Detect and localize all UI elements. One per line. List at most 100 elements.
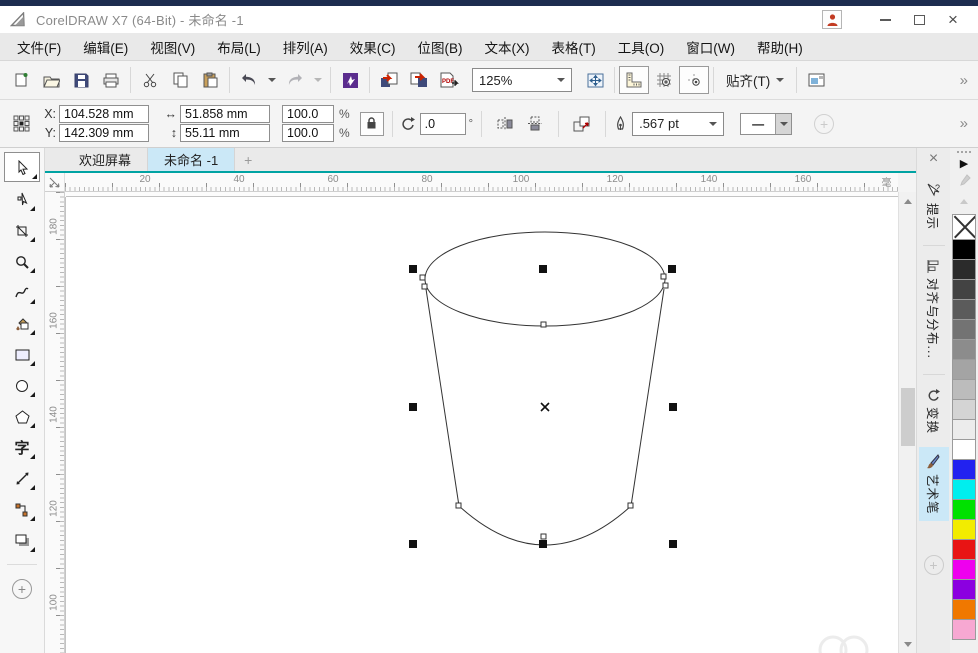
add-docker-button[interactable]: + bbox=[924, 555, 944, 575]
ruler-origin-button[interactable] bbox=[45, 173, 65, 192]
redo-dropdown[interactable] bbox=[310, 66, 326, 94]
swatch-no-color[interactable] bbox=[952, 214, 976, 240]
menu-help[interactable]: 帮助(H) bbox=[746, 33, 814, 61]
vertical-scrollbar[interactable] bbox=[898, 192, 916, 653]
shape-tool[interactable] bbox=[7, 186, 37, 213]
scale-x-field[interactable] bbox=[282, 105, 334, 123]
minimize-button[interactable] bbox=[872, 10, 898, 30]
lock-ratio-button[interactable] bbox=[360, 112, 384, 136]
docker-close-button[interactable]: × bbox=[919, 148, 949, 170]
swatch-black[interactable] bbox=[952, 240, 976, 260]
swatch-70-black[interactable] bbox=[952, 300, 976, 320]
undo-button[interactable] bbox=[234, 66, 264, 94]
menu-file[interactable]: 文件(F) bbox=[6, 33, 72, 61]
menu-arrange[interactable]: 排列(A) bbox=[272, 33, 339, 61]
import-button[interactable] bbox=[374, 66, 404, 94]
swatch-10-black[interactable] bbox=[952, 420, 976, 440]
rectangle-tool[interactable] bbox=[7, 341, 37, 368]
menu-window[interactable]: 窗口(W) bbox=[675, 33, 746, 61]
swatch-pink[interactable] bbox=[952, 620, 976, 640]
show-guidelines-toggle[interactable] bbox=[679, 66, 709, 94]
freehand-tool[interactable] bbox=[7, 279, 37, 306]
outline-width-combo[interactable]: .567 pt bbox=[632, 112, 724, 136]
mirror-horizontal-button[interactable] bbox=[490, 110, 520, 138]
scrollbar-thumb[interactable] bbox=[901, 388, 915, 446]
connector-tool[interactable] bbox=[7, 496, 37, 523]
application-launcher-icon[interactable] bbox=[335, 66, 365, 94]
snap-to-dropdown[interactable]: 贴齐(T) bbox=[718, 67, 792, 93]
titlebar[interactable]: CorelDRAW X7 (64-Bit) - 未命名 -1 × bbox=[0, 6, 978, 33]
swatch-purple[interactable] bbox=[952, 580, 976, 600]
object-height-field[interactable] bbox=[180, 124, 270, 142]
horizontal-ruler[interactable]: 20 40 60 80 100 120 140 160 毫米 bbox=[65, 173, 898, 192]
add-property-button[interactable]: + bbox=[814, 114, 834, 134]
drop-shadow-tool[interactable] bbox=[7, 527, 37, 554]
scroll-down-button[interactable] bbox=[899, 635, 917, 653]
maximize-button[interactable] bbox=[906, 10, 932, 30]
crop-tool[interactable] bbox=[7, 217, 37, 244]
swatch-80-black[interactable] bbox=[952, 280, 976, 300]
docker-tab-artistic-media[interactable]: 艺术笔 bbox=[919, 447, 949, 522]
swatch-red[interactable] bbox=[952, 540, 976, 560]
palette-flyout-button[interactable]: ▶ bbox=[960, 155, 968, 171]
pick-tool[interactable] bbox=[4, 152, 40, 182]
swatch-green[interactable] bbox=[952, 500, 976, 520]
menu-layout[interactable]: 布局(L) bbox=[206, 33, 272, 61]
text-tool[interactable]: 字 bbox=[7, 434, 37, 461]
menu-edit[interactable]: 编辑(E) bbox=[72, 33, 139, 61]
swatch-90-black[interactable] bbox=[952, 260, 976, 280]
cut-icon[interactable] bbox=[135, 66, 165, 94]
show-rulers-toggle[interactable] bbox=[619, 66, 649, 94]
docker-tab-align-distribute[interactable]: 对齐与分布... bbox=[919, 252, 949, 366]
ellipse-tool[interactable] bbox=[7, 372, 37, 399]
menu-table[interactable]: 表格(T) bbox=[541, 33, 607, 61]
full-screen-preview-button[interactable] bbox=[580, 66, 610, 94]
account-icon[interactable] bbox=[822, 10, 842, 29]
smart-fill-tool[interactable] bbox=[7, 310, 37, 337]
menu-text[interactable]: 文本(X) bbox=[474, 33, 541, 61]
new-document-button[interactable] bbox=[6, 66, 36, 94]
swatch-60-black[interactable] bbox=[952, 320, 976, 340]
swatch-white[interactable] bbox=[952, 440, 976, 460]
property-bar-overflow-button[interactable]: » bbox=[960, 115, 972, 132]
menu-tools[interactable]: 工具(O) bbox=[607, 33, 676, 61]
new-tab-button[interactable]: + bbox=[235, 148, 261, 171]
scroll-up-button[interactable] bbox=[899, 192, 917, 210]
line-style-dropdown[interactable] bbox=[775, 114, 791, 134]
swatch-blue[interactable] bbox=[952, 460, 976, 480]
paste-icon[interactable] bbox=[195, 66, 225, 94]
scale-y-field[interactable] bbox=[282, 124, 334, 142]
palette-scroll-up-button[interactable] bbox=[960, 191, 968, 211]
menu-bitmaps[interactable]: 位图(B) bbox=[407, 33, 474, 61]
object-width-field[interactable] bbox=[180, 105, 270, 123]
color-eyedropper-icon[interactable] bbox=[958, 171, 971, 191]
docker-tab-hints[interactable]: ? 提示 bbox=[919, 176, 949, 237]
copy-icon[interactable] bbox=[165, 66, 195, 94]
close-button[interactable]: × bbox=[940, 10, 966, 30]
polygon-tool[interactable] bbox=[7, 403, 37, 430]
open-button[interactable] bbox=[36, 66, 66, 94]
menu-view[interactable]: 视图(V) bbox=[139, 33, 206, 61]
rotation-angle-field[interactable] bbox=[420, 113, 466, 135]
vertical-ruler[interactable]: 180 160 140 120 100 bbox=[45, 192, 65, 653]
line-style-combo[interactable]: — bbox=[740, 113, 792, 135]
zoom-level-combo[interactable]: 125% bbox=[472, 68, 572, 92]
redo-button[interactable] bbox=[280, 66, 310, 94]
swatch-cyan[interactable] bbox=[952, 480, 976, 500]
toolbar-overflow-button[interactable]: » bbox=[960, 72, 972, 89]
menu-effects[interactable]: 效果(C) bbox=[339, 33, 407, 61]
swatch-yellow[interactable] bbox=[952, 520, 976, 540]
swatch-orange[interactable] bbox=[952, 600, 976, 620]
publish-pdf-button[interactable]: PDF bbox=[434, 66, 464, 94]
object-origin-icon[interactable] bbox=[6, 110, 36, 138]
docker-tab-transform[interactable]: 变换 bbox=[919, 381, 949, 441]
tab-welcome-screen[interactable]: 欢迎屏幕 bbox=[63, 148, 148, 171]
tab-document-untitled[interactable]: 未命名 -1 bbox=[148, 148, 235, 171]
swatch-50-black[interactable] bbox=[952, 340, 976, 360]
options-button[interactable] bbox=[801, 66, 831, 94]
add-tool-button[interactable]: + bbox=[12, 579, 32, 599]
swatch-30-black[interactable] bbox=[952, 380, 976, 400]
mirror-vertical-button[interactable] bbox=[520, 110, 550, 138]
swatch-20-black[interactable] bbox=[952, 400, 976, 420]
undo-dropdown[interactable] bbox=[264, 66, 280, 94]
